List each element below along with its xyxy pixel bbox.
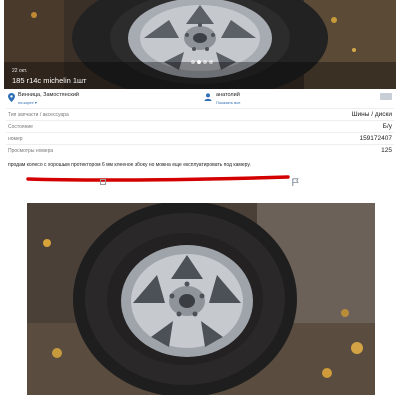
attribute-row: Просмотры номера 125: [6, 144, 394, 156]
tire-photo-bottom: [27, 203, 375, 395]
photo-dot-active[interactable]: [197, 60, 201, 64]
screenshot-root: 22 окт. 185 r14c michelin 1шт Винница, З…: [0, 0, 400, 400]
seller-badge[interactable]: [380, 93, 392, 100]
attribute-label: Состояние: [8, 124, 33, 130]
photo-dot[interactable]: [203, 60, 207, 64]
listing-title: 185 r14c michelin 1шт: [12, 76, 87, 85]
attribute-label: Тип запчасти / аксессуара: [8, 112, 69, 118]
person-icon: [204, 93, 212, 101]
listing-photo[interactable]: 22 окт. 185 r14c michelin 1шт: [4, 0, 396, 89]
photo-meta: 22 окт. 185 r14c michelin 1шт: [12, 68, 87, 85]
location-seller-row: Винница, Замостянский на карте ▾ анатоли…: [6, 92, 396, 108]
checkbox-icon[interactable]: [100, 179, 106, 185]
attribute-label: номер: [8, 136, 23, 142]
seller-show-all-link[interactable]: Показать все: [216, 100, 240, 105]
location-city: Винница, Замостянский: [18, 92, 79, 98]
photo-dot[interactable]: [209, 60, 213, 64]
attribute-value: 125: [381, 147, 392, 154]
flag-icon[interactable]: [292, 178, 299, 186]
attribute-value: Б/у: [382, 123, 392, 130]
attribute-row: Тип запчасти / аксессуара Шины / диски: [6, 108, 394, 120]
photo-date: 22 окт.: [12, 68, 28, 74]
attribute-label: Просмотры номера: [8, 148, 54, 154]
attribute-table: Тип запчасти / аксессуара Шины / диски С…: [6, 108, 394, 156]
show-on-map-link[interactable]: на карте ▾: [18, 100, 37, 105]
map-pin-icon: [8, 93, 15, 102]
photo-dot[interactable]: [191, 60, 195, 64]
attribute-value: 159172407: [359, 135, 392, 142]
seller-name[interactable]: анатолий: [216, 92, 240, 98]
attribute-row: номер 159172407: [6, 132, 394, 144]
listing-photo-large[interactable]: [27, 203, 375, 395]
attribute-row: Состояние Б/у: [6, 120, 394, 132]
attribute-value[interactable]: Шины / диски: [352, 111, 392, 118]
photo-pagination[interactable]: [191, 60, 213, 64]
red-underline-annotation: [26, 175, 290, 182]
